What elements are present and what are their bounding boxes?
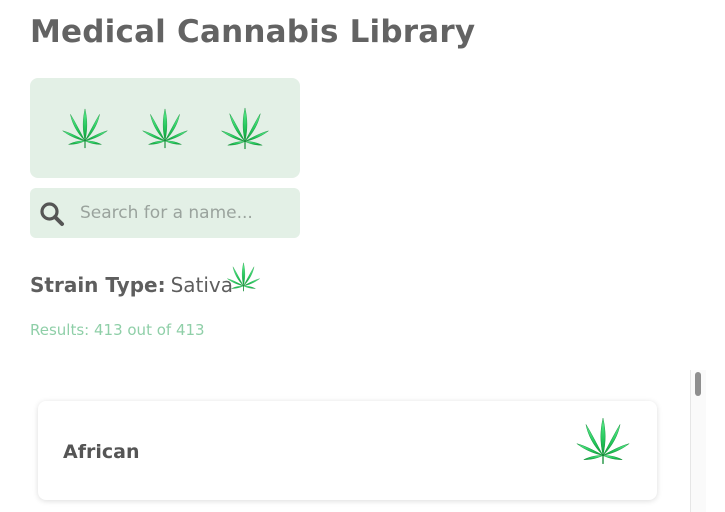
scrollbar-thumb[interactable]	[695, 372, 701, 396]
page: Medical Cannabis Library Strain Type:Sat…	[0, 0, 725, 512]
cannabis-leaf-icon	[142, 108, 188, 149]
strain-name: African	[63, 441, 140, 463]
results-count: Results: 413 out of 413	[30, 321, 205, 339]
search-box	[30, 188, 300, 238]
cannabis-leaf-icon	[576, 417, 630, 465]
indica-type-button[interactable]	[221, 106, 269, 150]
strain-type-value: Sativa	[170, 273, 234, 297]
search-icon[interactable]	[39, 201, 65, 227]
search-input[interactable]	[80, 198, 290, 228]
strain-card[interactable]: African	[38, 401, 657, 500]
sativa-type-button[interactable]	[61, 106, 109, 150]
scrollbar[interactable]	[690, 370, 706, 512]
cannabis-leaf-icon	[62, 108, 108, 149]
strain-type-selector	[30, 78, 300, 178]
strain-type-filter: Strain Type: Sativa	[30, 273, 233, 297]
page-title: Medical Cannabis Library	[30, 14, 476, 50]
strain-list: African	[0, 370, 725, 512]
cannabis-leaf-icon	[227, 262, 260, 292]
strain-type-label: Strain Type:	[30, 273, 166, 297]
hybrid-type-button[interactable]	[141, 106, 189, 150]
cannabis-leaf-icon	[221, 107, 269, 150]
